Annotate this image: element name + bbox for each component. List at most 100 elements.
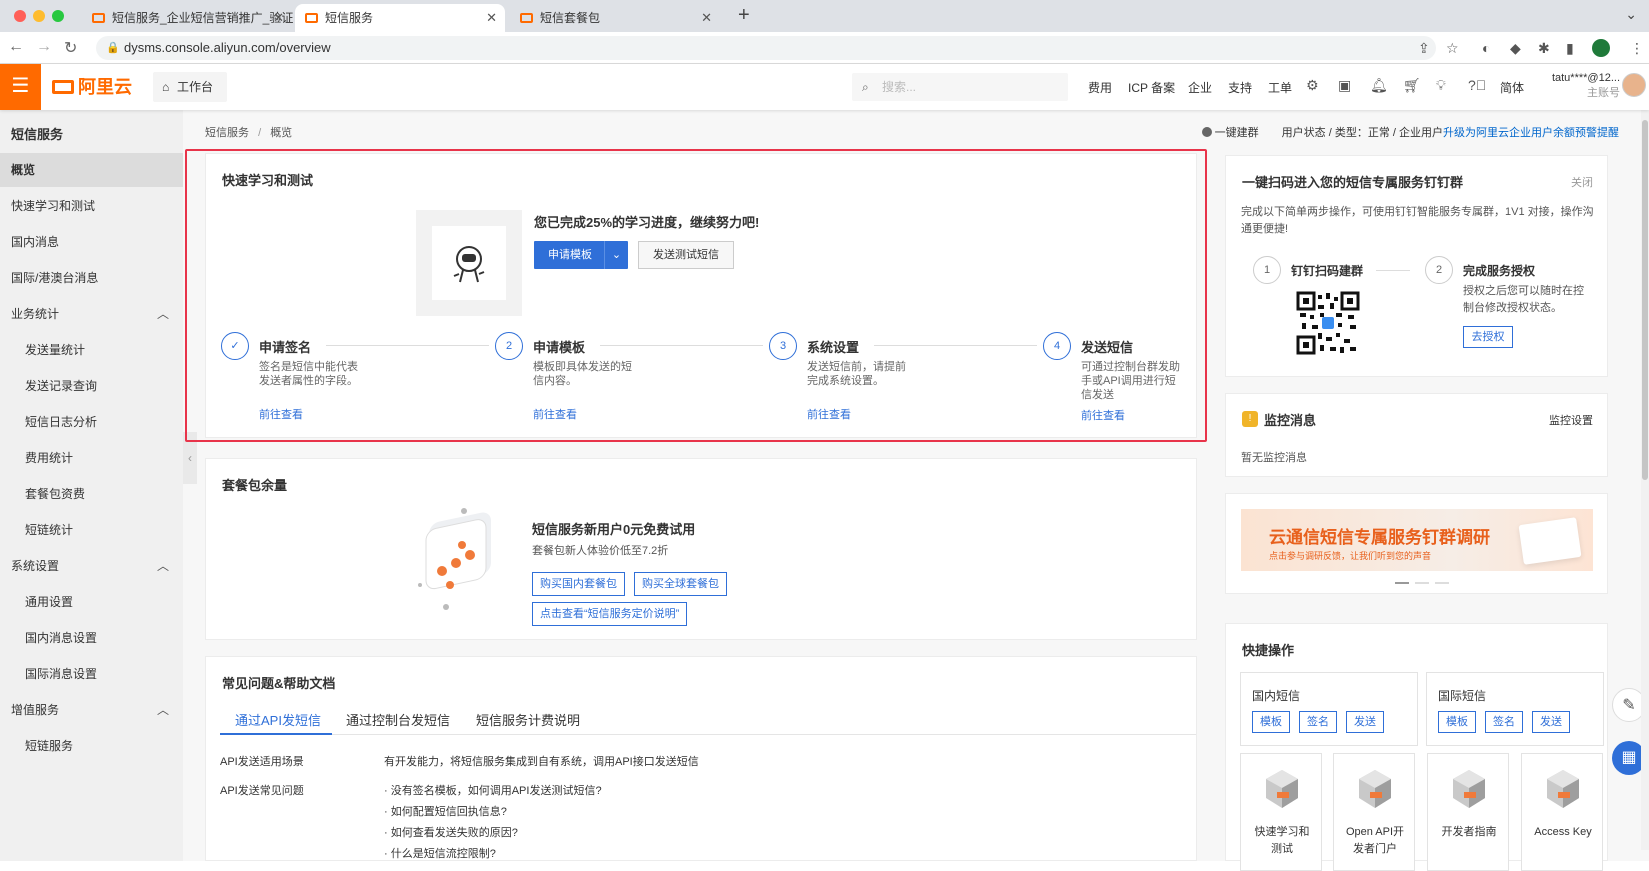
buy-domestic-package-button[interactable]: 购买国内套餐包 [532,572,625,596]
tab-search-chevron-icon[interactable]: ⌄ [1625,6,1637,23]
extension-color-icon[interactable]: ◆ [1510,40,1521,57]
buy-global-package-button[interactable]: 购买全球套餐包 [634,572,727,596]
notification-bell-icon[interactable]: 🔔︎ [1370,77,1388,94]
reload-icon[interactable]: ↻ [64,38,77,58]
sidebar-item-send-volume[interactable]: 发送量统计 [0,333,183,367]
avatar[interactable] [1622,73,1646,97]
close-window-button[interactable] [14,10,26,22]
maximize-window-button[interactable] [52,10,64,22]
domestic-template-button[interactable]: 模板 [1252,711,1290,733]
cart-icon[interactable]: 🛒︎ [1403,77,1421,94]
carousel-dot[interactable] [1435,582,1449,584]
nav-fee[interactable]: 费用 [1088,79,1112,96]
language-switch[interactable]: 简体 [1500,79,1524,96]
sidebar-group-stats[interactable]: 业务统计 ︿ [0,297,183,331]
sidebar-item-fee-stats[interactable]: 费用统计 [0,441,183,475]
browser-tab-3[interactable]: 短信套餐包 ✕ [510,4,720,32]
nav-enterprise[interactable]: 企业 [1188,79,1212,96]
puzzle-extensions-icon[interactable]: ✱ [1538,40,1550,57]
faq-link[interactable]: · 什么是短信流控限制? [384,845,496,861]
forward-arrow-icon[interactable]: → [36,38,52,56]
send-test-sms-button[interactable]: 发送测试短信 [638,241,734,269]
package-card: 套餐包余量 短信服务新用户0元免费试用 套餐包新人体验价低至7.2折 购买国内套… [205,458,1197,640]
minimize-window-button[interactable] [33,10,45,22]
user-info[interactable]: tatu****@12... 主账号 [1540,71,1620,101]
sidebar-item-domestic-settings[interactable]: 国内消息设置 [0,621,183,655]
sidebar-item-package-fee[interactable]: 套餐包资费 [0,477,183,511]
nav-icp[interactable]: ICP 备案 [1128,79,1175,96]
quick-card-learn[interactable]: 快速学习和 测试 [1240,753,1322,871]
monitor-title: 监控消息 [1264,413,1317,428]
menu-dots-icon[interactable]: ⋮ [1630,40,1644,57]
aliyun-logo[interactable]: 阿里云 [52,76,132,98]
share-icon[interactable]: ⇪ [1418,40,1430,57]
profile-avatar-icon[interactable] [1592,39,1610,57]
nav-ticket[interactable]: 工单 [1268,79,1292,96]
carousel-dot-active[interactable] [1395,582,1409,584]
close-link[interactable]: 关闭 [1571,174,1593,190]
monitor-settings-link[interactable]: 监控设置 [1549,412,1593,428]
sidebar-group-value-added[interactable]: 增值服务 ︿ [0,693,183,727]
search-input[interactable]: ⌕ 搜索... [852,73,1068,101]
quick-card-access-key[interactable]: Access Key [1521,753,1603,871]
sidebar-item-send-records[interactable]: 发送记录查询 [0,369,183,403]
faq-link[interactable]: · 如何查看发送失败的原因? [384,824,518,840]
nav-support[interactable]: 支持 [1228,79,1252,96]
sidebar-item-shortlink-service[interactable]: 短链服务 [0,729,183,763]
quick-card-dev-guide[interactable]: 开发者指南 [1427,753,1509,871]
close-tab-icon[interactable]: ✕ [486,4,497,32]
intl-signature-button[interactable]: 签名 [1485,711,1523,733]
faq-link[interactable]: · 如何配置短信回执信息? [384,803,507,819]
side-panel-icon[interactable]: ▮ [1566,40,1574,57]
extension-icon[interactable]: ◐ [1482,40,1490,56]
step-1-link[interactable]: 前往查看 [259,406,303,422]
tab-console-send[interactable]: 通过控制台发短信 [346,710,450,729]
survey-banner[interactable]: 云通信短信专属服务钉群调研 点击参与调研反馈，让我们听到您的声音 [1241,509,1593,571]
intl-send-button[interactable]: 发送 [1532,711,1570,733]
sidebar-item-international[interactable]: 国际/港澳台消息 [0,261,183,295]
one-click-group-button[interactable]: 一键建群 [1201,127,1259,139]
browser-tab-1[interactable]: 短信服务_企业短信营销推广_验证 ✕ [82,4,293,32]
sidebar-item-overview[interactable]: 概览 [0,153,183,187]
domestic-signature-button[interactable]: 签名 [1299,711,1337,733]
tab-api-send[interactable]: 通过API发短信 [235,710,321,729]
upgrade-link[interactable]: 升级为阿里云企业用户余额预警提醒 [1443,127,1619,139]
terminal-icon[interactable]: ▣ [1338,77,1351,94]
address-bar[interactable]: 🔒 dysms.console.aliyun.com/overview [96,36,1436,60]
sidebar-collapse-handle[interactable]: ‹ [183,432,197,484]
sidebar-item-log-analysis[interactable]: 短信日志分析 [0,405,183,439]
sidebar-item-shortlink-stats[interactable]: 短链统计 [0,513,183,547]
faq-link[interactable]: · 没有签名模板，如何调用API发送测试短信? [384,782,602,798]
help-icon[interactable]: ?⃝ [1468,77,1486,93]
sidebar-item-quick-learn[interactable]: 快速学习和测试 [0,189,183,223]
hamburger-menu-icon[interactable]: ☰ [0,64,41,110]
pricing-info-button[interactable]: 点击查看“短信服务定价说明” [532,602,688,626]
authorize-button[interactable]: 去授权 [1463,326,1513,348]
back-arrow-icon[interactable]: ← [8,38,24,56]
new-tab-button[interactable]: + [738,4,750,27]
carousel-dot[interactable] [1415,582,1429,584]
page-scrollbar[interactable] [1641,110,1649,850]
workbench-button[interactable]: ⌂ 工作台 [153,72,227,102]
sidebar-group-settings[interactable]: 系统设置 ︿ [0,549,183,583]
bookmark-star-icon[interactable]: ☆ [1446,40,1459,57]
quick-card-openapi[interactable]: Open API开 发者门户 [1333,753,1415,871]
scrollbar-thumb[interactable] [1642,120,1648,480]
breadcrumb-root[interactable]: 短信服务 [205,127,249,139]
close-tab-icon[interactable]: ✕ [701,4,712,32]
close-tab-icon[interactable]: ✕ [273,4,284,32]
sidebar-item-general-settings[interactable]: 通用设置 [0,585,183,619]
apply-template-button[interactable]: 申请模板 ⌄ [534,241,628,269]
domestic-send-button[interactable]: 发送 [1346,711,1384,733]
cloud-shell-icon[interactable]: ⚙ [1306,77,1319,94]
intl-template-button[interactable]: 模板 [1438,711,1476,733]
step-2-link[interactable]: 前往查看 [533,406,577,422]
sidebar-item-intl-settings[interactable]: 国际消息设置 [0,657,183,691]
tab-billing[interactable]: 短信服务计费说明 [476,710,580,729]
step-4-link[interactable]: 前往查看 [1081,407,1125,423]
browser-tab-2[interactable]: 短信服务 ✕ [295,4,505,32]
step-3-link[interactable]: 前往查看 [807,406,851,422]
sidebar-item-domestic[interactable]: 国内消息 [0,225,183,259]
chevron-down-icon[interactable]: ⌄ [604,241,628,269]
lightbulb-icon[interactable]: 💡︎ [1436,77,1446,94]
